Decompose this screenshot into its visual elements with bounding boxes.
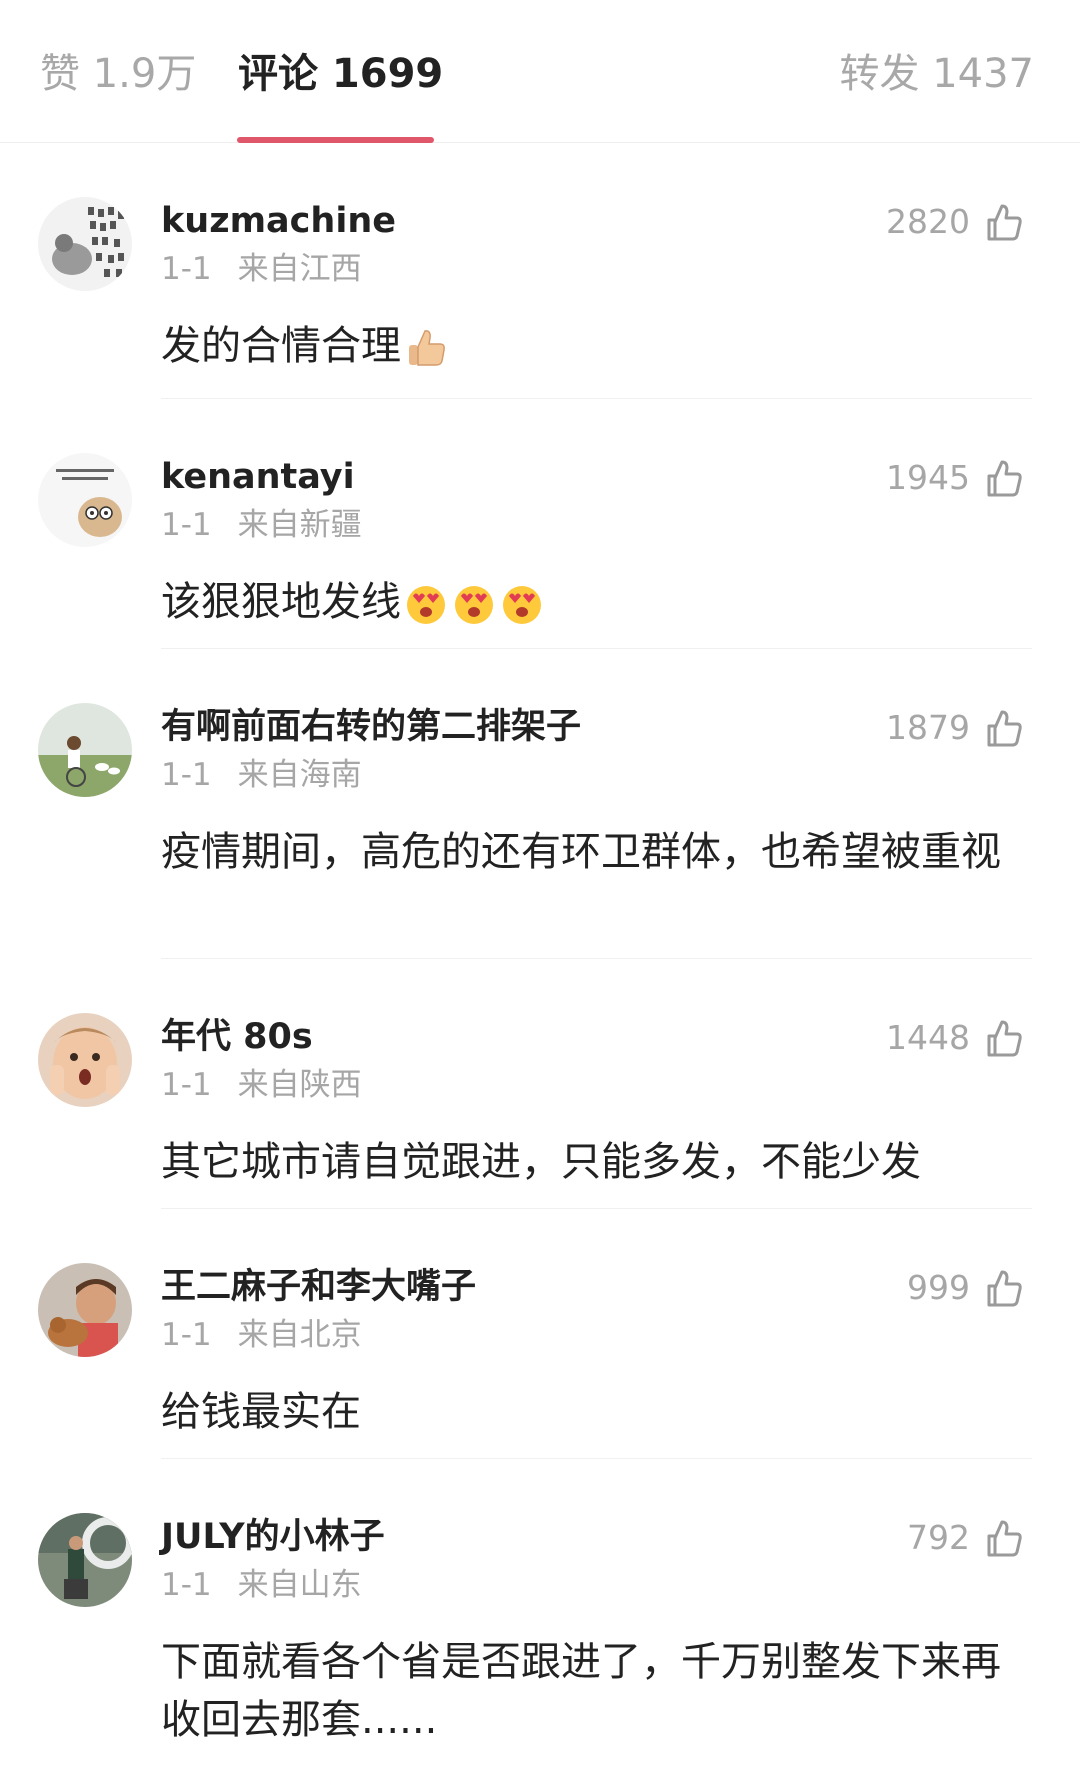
comment-location: 来自陕西: [237, 1067, 362, 1103]
like-count: 1448: [886, 1018, 970, 1057]
like-count: 2820: [886, 202, 970, 241]
heart-eyes-emoji-icon: [499, 581, 545, 627]
thumbs-up-icon: [987, 460, 1022, 497]
comment-location: 来自北京: [237, 1317, 362, 1353]
comment-item: 年代 80s 1-1 来自陕西 1448 其它城市请自觉跟进，只能多发，不能少发: [0, 959, 1080, 1209]
like-count: 1945: [886, 458, 970, 497]
username[interactable]: JULY的小林子: [161, 1515, 385, 1559]
thumbs-up-icon: [987, 1270, 1022, 1307]
comment-location: 来自新疆: [237, 507, 362, 543]
like-button[interactable]: 2820: [886, 200, 1024, 244]
username[interactable]: kenantayi: [161, 455, 355, 499]
username[interactable]: 年代 80s: [161, 1015, 313, 1059]
username[interactable]: kuzmachine: [161, 199, 396, 243]
comment-date: 1-1: [161, 507, 212, 543]
avatar[interactable]: [38, 453, 132, 547]
thumbs-up-emoji-icon: [403, 325, 449, 371]
comment-item: 有啊前面右转的第二排架子 1-1 来自海南 1879 疫情期间，高危的还有环卫群体…: [0, 649, 1080, 959]
thumbs-up-icon: [987, 710, 1022, 747]
comment-text-body: 发的合情合理: [161, 323, 401, 369]
comment-location: 来自海南: [237, 757, 362, 793]
username[interactable]: 王二麻子和李大嘴子: [161, 1265, 476, 1309]
like-count: 999: [907, 1268, 970, 1307]
comment-text: 该狠狠地发线: [161, 573, 1021, 631]
comment-item: kuzmachine 1-1 来自江西 2820 发的合情合理: [0, 143, 1080, 399]
comment-tabs: 赞 1.9万 评论 1699 转发 1437: [0, 0, 1080, 143]
comment-item: 王二麻子和李大嘴子 1-1 来自北京 999 给钱最实在: [0, 1209, 1080, 1459]
comment-text-body: 该狠狠地发线: [161, 579, 401, 625]
username[interactable]: 有啊前面右转的第二排架子: [161, 705, 581, 749]
like-button[interactable]: 1879: [886, 706, 1024, 750]
thumbs-up-icon: [987, 204, 1022, 241]
avatar[interactable]: [38, 1013, 132, 1107]
comment-list: kuzmachine 1-1 来自江西 2820 发的合情合理 kenantay…: [0, 143, 1080, 1769]
comment-text: 发的合情合理: [161, 317, 1021, 375]
comment-location: 来自山东: [237, 1567, 362, 1603]
comment-text: 给钱最实在: [161, 1389, 361, 1435]
like-button[interactable]: 1945: [886, 456, 1024, 500]
comment-location: 来自江西: [237, 251, 362, 287]
comment-date: 1-1: [161, 1567, 212, 1603]
heart-eyes-emoji-icon: [451, 581, 497, 627]
comment-meta: 1-1 来自海南: [161, 755, 362, 795]
avatar[interactable]: [38, 1263, 132, 1357]
like-count: 1879: [886, 708, 970, 747]
avatar[interactable]: [38, 1513, 132, 1607]
comment-date: 1-1: [161, 1317, 212, 1353]
comment-meta: 1-1 来自北京: [161, 1315, 362, 1355]
comment-text: 疫情期间，高危的还有环卫群体，也希望被重视: [161, 829, 1001, 875]
comment-meta: 1-1 来自山东: [161, 1565, 362, 1605]
heart-eyes-emoji-icon: [403, 581, 449, 627]
comment-meta: 1-1 来自新疆: [161, 505, 362, 545]
tab-comments[interactable]: 评论 1699: [238, 48, 443, 100]
tab-reposts[interactable]: 转发 1437: [839, 48, 1034, 100]
comment-date: 1-1: [161, 251, 212, 287]
comment-item: JULY的小林子 1-1 来自山东 792 下面就看各个省是否跟进了，千万别整发下…: [0, 1459, 1080, 1769]
avatar[interactable]: [38, 703, 132, 797]
thumbs-up-icon: [987, 1520, 1022, 1557]
avatar[interactable]: [38, 197, 132, 291]
like-button[interactable]: 999: [907, 1266, 1024, 1310]
comment-date: 1-1: [161, 757, 212, 793]
tab-likes[interactable]: 赞 1.9万: [40, 48, 196, 100]
like-button[interactable]: 1448: [886, 1016, 1024, 1060]
comment-meta: 1-1 来自江西: [161, 249, 362, 289]
comment-item: kenantayi 1-1 来自新疆 1945 该狠狠地发线: [0, 399, 1080, 649]
thumbs-up-icon: [987, 1020, 1022, 1057]
like-count: 792: [907, 1518, 970, 1557]
comment-text: 其它城市请自觉跟进，只能多发，不能少发: [161, 1139, 921, 1185]
comment-meta: 1-1 来自陕西: [161, 1065, 362, 1105]
comment-date: 1-1: [161, 1067, 212, 1103]
like-button[interactable]: 792: [907, 1516, 1024, 1560]
comment-text: 下面就看各个省是否跟进了，千万别整发下来再收回去那套......: [161, 1639, 1001, 1743]
